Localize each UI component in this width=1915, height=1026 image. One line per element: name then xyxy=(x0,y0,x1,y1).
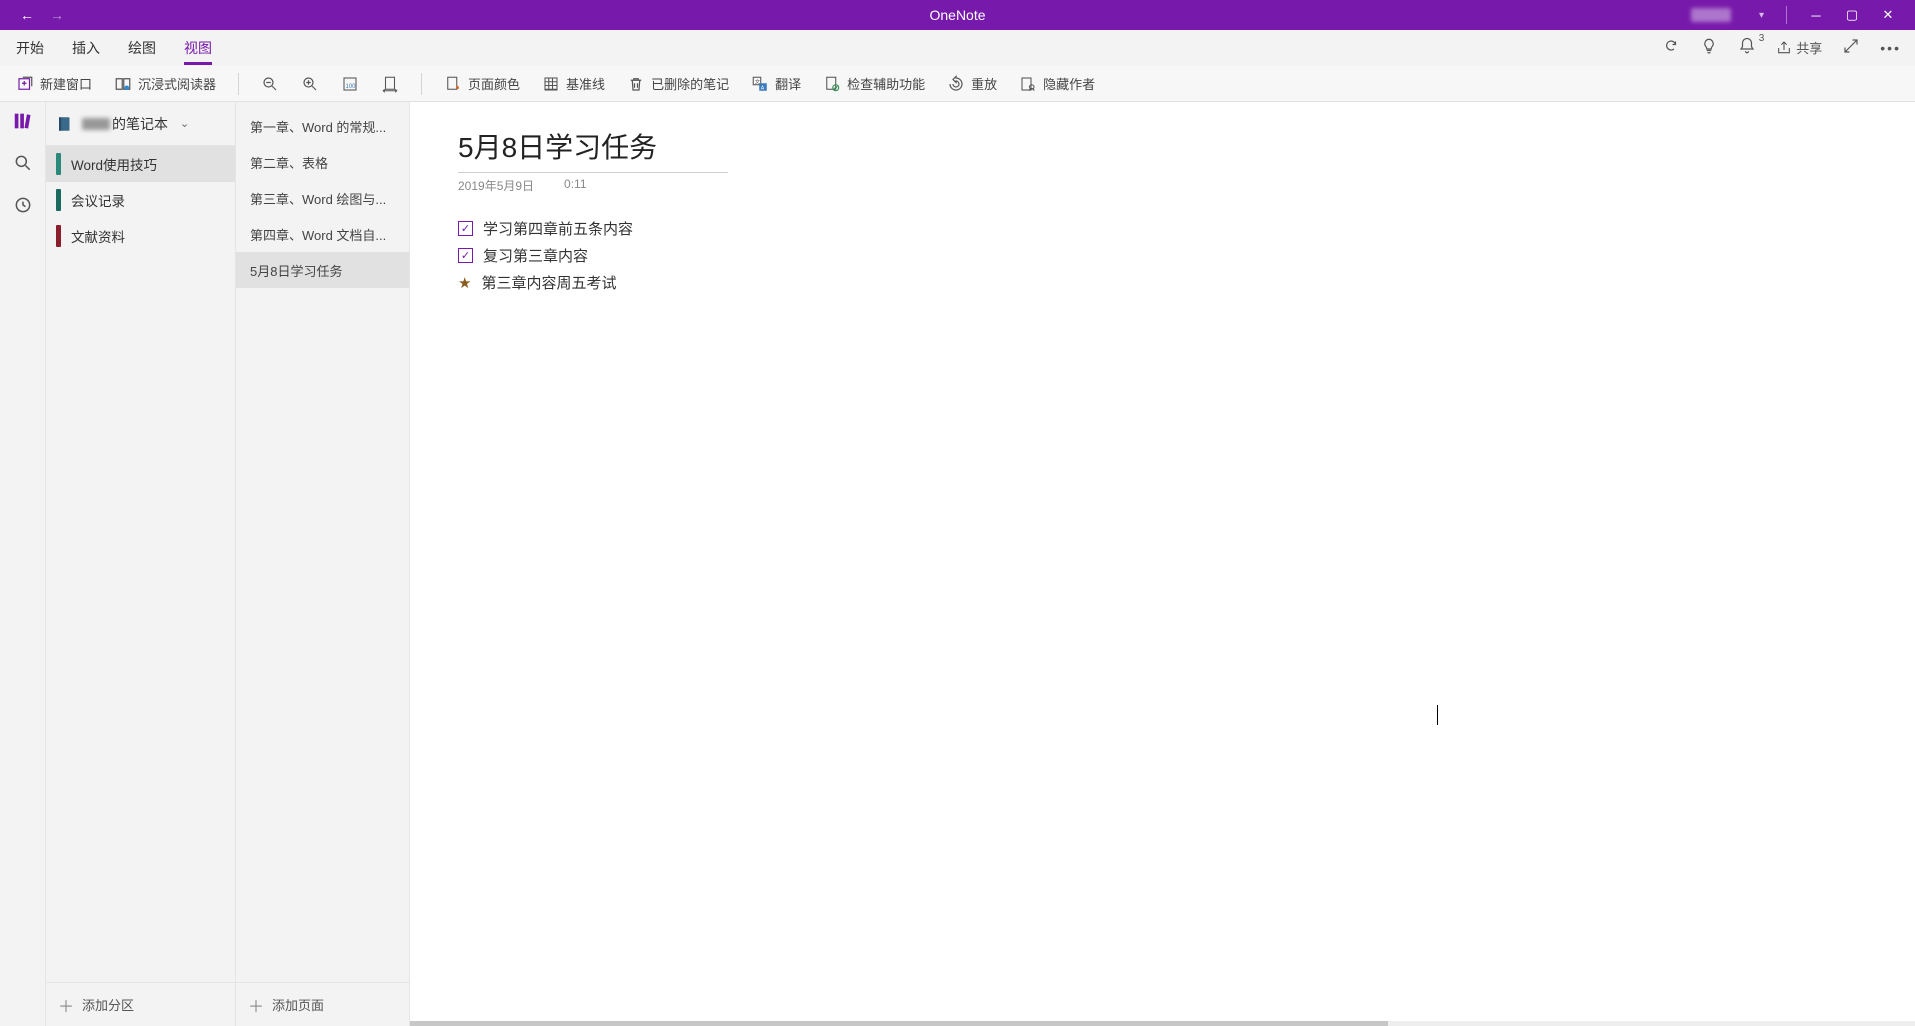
plus-icon: ＋ xyxy=(58,993,74,1017)
add-section-button[interactable]: ＋ 添加分区 xyxy=(46,982,235,1026)
todo-item[interactable]: ★ 第三章内容周五考试 xyxy=(458,272,1915,293)
title-underline xyxy=(458,172,728,173)
main-area: 的笔记本 ⌄ Word使用技巧会议记录文献资料 ＋ 添加分区 第一章、Word … xyxy=(0,102,1915,1026)
checkbox-icon[interactable]: ✓ xyxy=(458,248,473,263)
page-canvas[interactable]: 5月8日学习任务 2019年5月9日 0:11 ✓ 学习第四章前五条内容 ✓ 复习第三… xyxy=(410,102,1915,1026)
notification-badge: 3 xyxy=(1759,33,1765,44)
page-item[interactable]: 5月8日学习任务 xyxy=(236,252,409,288)
horizontal-scrollbar-thumb[interactable] xyxy=(410,1021,1388,1026)
lightbulb-icon[interactable] xyxy=(1700,37,1718,58)
notification-icon[interactable]: 3 xyxy=(1738,37,1756,58)
horizontal-scrollbar-track[interactable] xyxy=(410,1021,1915,1026)
text-cursor xyxy=(1437,705,1438,725)
sections-panel: 的笔记本 ⌄ Word使用技巧会议记录文献资料 ＋ 添加分区 xyxy=(46,102,236,1026)
section-color-bar xyxy=(56,225,61,247)
share-button[interactable]: 共享 xyxy=(1776,38,1822,57)
page-time: 0:11 xyxy=(564,177,586,194)
divider xyxy=(1786,6,1787,24)
todo-item[interactable]: ✓ 学习第四章前五条内容 xyxy=(458,218,1915,239)
pages-panel: 第一章、Word 的常规...第二章、表格第三章、Word 绘图与...第四章、… xyxy=(236,102,410,1026)
share-label: 共享 xyxy=(1796,38,1822,57)
tab-插入[interactable]: 插入 xyxy=(72,30,100,65)
page-item[interactable]: 第一章、Word 的常规... xyxy=(236,108,409,144)
zoom-in-button[interactable] xyxy=(297,73,323,95)
menu-bar: 开始插入绘图视图 3 共享 ••• xyxy=(0,30,1915,66)
page-color-button[interactable]: 页面颜色 xyxy=(440,72,524,95)
page-title[interactable]: 5月8日学习任务 xyxy=(458,126,1915,166)
plus-icon: ＋ xyxy=(248,993,264,1017)
fullscreen-icon[interactable] xyxy=(1842,37,1860,58)
deleted-notes-button[interactable]: 已删除的笔记 xyxy=(623,72,733,95)
page-date: 2019年5月9日 xyxy=(458,177,534,194)
tab-开始[interactable]: 开始 xyxy=(16,30,44,65)
section-item[interactable]: Word使用技巧 xyxy=(46,146,235,182)
chevron-down-icon: ⌄ xyxy=(180,117,189,130)
user-account[interactable] xyxy=(1691,8,1731,22)
titlebar: ← → OneNote ▾ ─ ▢ ✕ xyxy=(0,0,1915,30)
todo-text: 第三章内容周五考试 xyxy=(481,272,616,293)
section-label: 会议记录 xyxy=(71,190,125,210)
checkbox-icon[interactable]: ✓ xyxy=(458,221,473,236)
todo-text: 复习第三章内容 xyxy=(483,245,588,266)
left-rail xyxy=(0,102,46,1026)
minimize-button[interactable]: ─ xyxy=(1809,8,1823,23)
svg-text:文: 文 xyxy=(755,77,761,85)
check-accessibility-button[interactable]: 检查辅助功能 xyxy=(819,72,929,95)
svg-text:A: A xyxy=(761,85,765,91)
separator xyxy=(421,73,422,95)
user-chevron-icon[interactable]: ▾ xyxy=(1759,10,1764,21)
ribbon-toolbar: 新建窗口 沉浸式阅读器 100 页面颜色 基准线 已删除的笔记 文A 翻译 检查… xyxy=(0,66,1915,102)
more-icon[interactable]: ••• xyxy=(1880,40,1901,56)
section-label: 文献资料 xyxy=(71,226,125,246)
tab-绘图[interactable]: 绘图 xyxy=(128,30,156,65)
search-icon[interactable] xyxy=(12,152,34,174)
page-item[interactable]: 第二章、表格 xyxy=(236,144,409,180)
replay-button[interactable]: 重放 xyxy=(943,72,1001,95)
rule-lines-button[interactable]: 基准线 xyxy=(538,72,609,95)
forward-button[interactable]: → xyxy=(50,7,64,23)
immersive-reader-button[interactable]: 沉浸式阅读器 xyxy=(110,72,220,95)
section-label: Word使用技巧 xyxy=(71,154,157,174)
section-item[interactable]: 文献资料 xyxy=(46,218,235,254)
zoom-out-button[interactable] xyxy=(257,73,283,95)
separator xyxy=(238,73,239,95)
todo-item[interactable]: ✓ 复习第三章内容 xyxy=(458,245,1915,266)
translate-button[interactable]: 文A 翻译 xyxy=(747,72,805,95)
section-color-bar xyxy=(56,153,61,175)
section-item[interactable]: 会议记录 xyxy=(46,182,235,218)
page-item[interactable]: 第四章、Word 文档自... xyxy=(236,216,409,252)
notebook-name: 的笔记本 xyxy=(112,114,168,134)
recent-icon[interactable] xyxy=(12,194,34,216)
notebook-selector[interactable]: 的笔记本 ⌄ xyxy=(46,102,235,146)
sync-icon[interactable] xyxy=(1662,37,1680,58)
svg-text:100: 100 xyxy=(346,83,357,89)
maximize-button[interactable]: ▢ xyxy=(1845,7,1859,23)
notebooks-icon[interactable] xyxy=(12,110,34,132)
page-item[interactable]: 第三章、Word 绘图与... xyxy=(236,180,409,216)
tab-视图[interactable]: 视图 xyxy=(184,30,212,65)
new-window-button[interactable]: 新建窗口 xyxy=(12,72,96,95)
back-button[interactable]: ← xyxy=(20,7,34,23)
star-icon: ★ xyxy=(458,274,471,292)
page-width-button[interactable] xyxy=(377,73,403,95)
notebook-owner-blur xyxy=(82,118,110,130)
app-title: OneNote xyxy=(929,7,985,23)
hide-authors-button[interactable]: 隐藏作者 xyxy=(1015,72,1099,95)
zoom-100-button[interactable]: 100 xyxy=(337,73,363,95)
section-color-bar xyxy=(56,189,61,211)
close-button[interactable]: ✕ xyxy=(1881,7,1895,23)
todo-text: 学习第四章前五条内容 xyxy=(483,218,633,239)
add-page-button[interactable]: ＋ 添加页面 xyxy=(236,982,409,1026)
